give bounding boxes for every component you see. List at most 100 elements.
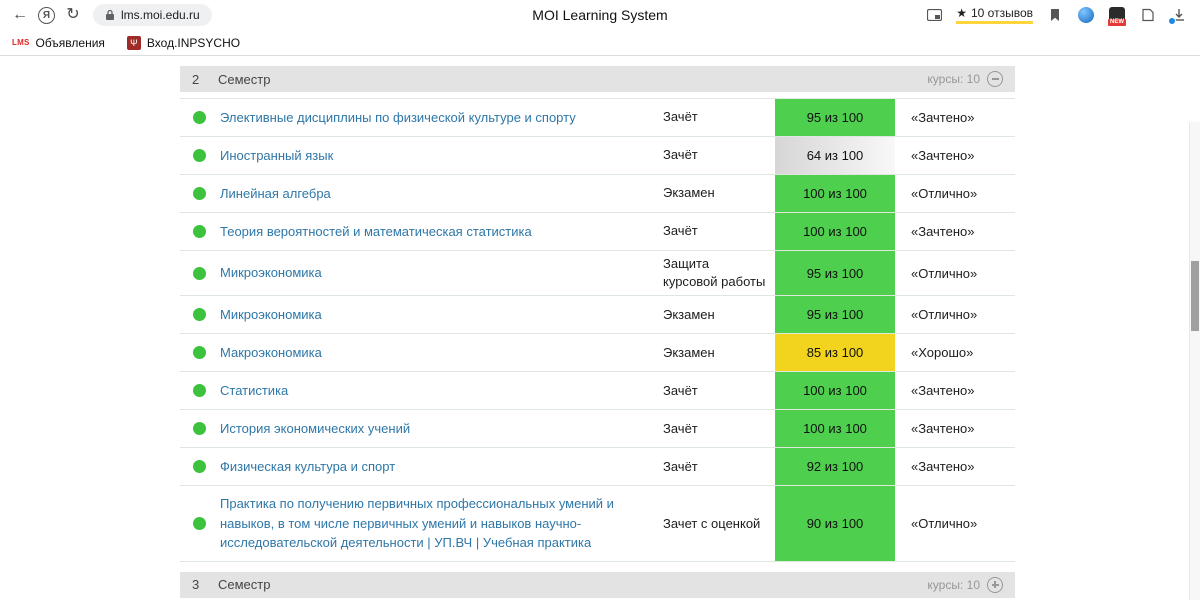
course-link[interactable]: Макроэкономика [220, 335, 663, 371]
score-badge: 100 из 100 [775, 213, 895, 250]
courses-count: курсы: 10 [927, 577, 980, 592]
score-badge: 100 из 100 [775, 372, 895, 410]
assessment-type: Зачёт [663, 109, 698, 125]
course-row: Линейная алгебра Экзамен 100 из 100 «Отл… [180, 175, 1015, 213]
status-dot-icon [193, 517, 206, 531]
back-icon[interactable]: ← [10, 7, 30, 23]
course-link[interactable]: Статистика [220, 373, 663, 409]
collections-icon[interactable] [1139, 6, 1157, 24]
scrollbar[interactable] [1189, 122, 1200, 600]
grade-text: «Отлично» [911, 307, 978, 323]
grade-text: «Хорошо» [911, 345, 974, 361]
yandex-icon[interactable]: Я [38, 6, 55, 24]
reviews-widget[interactable]: ★ 10 отзывов [956, 7, 1033, 24]
expand-icon[interactable] [987, 576, 1003, 593]
inpsycho-favicon: Ψ [126, 35, 141, 50]
course-row: Практика по получению первичных професси… [180, 486, 1015, 562]
score-badge: 90 из 100 [775, 486, 895, 561]
score-badge: 92 из 100 [775, 448, 895, 486]
semester-controls: курсы: 10 [927, 71, 1003, 87]
score-badge: 95 из 100 [775, 99, 895, 136]
browser-update-icon[interactable] [1077, 6, 1095, 24]
semester-number: 3 [192, 577, 200, 593]
status-dot-icon [193, 187, 206, 200]
collapse-icon[interactable] [987, 71, 1003, 87]
bookmark-item-inpsycho[interactable]: Ψ Вход.INPSYCHO [126, 35, 240, 50]
grade-text: «Отлично» [911, 186, 978, 201]
download-badge [1168, 17, 1176, 25]
status-dot-icon [193, 266, 206, 280]
score-badge: 95 из 100 [775, 296, 895, 334]
course-row: Иностранный язык Зачёт 64 из 100 «Зачтен… [180, 137, 1015, 175]
assessment-type: Зачёт [663, 223, 698, 239]
grade-text: «Зачтено» [911, 110, 975, 125]
status-dot-icon [193, 111, 206, 124]
star-icon: ★ [956, 5, 967, 20]
course-row: Физическая культура и спорт Зачёт 92 из … [180, 448, 1015, 487]
bookmarks-bar: LMS Объявления Ψ Вход.INPSYCHO [0, 30, 1200, 56]
course-row: Микроэкономика Защита курсовой работы 95… [180, 251, 1015, 297]
panel-icon[interactable] [925, 6, 943, 24]
address-bar[interactable]: lms.moi.edu.ru [93, 4, 212, 26]
course-link[interactable]: Микроэкономика [220, 297, 663, 333]
assessment-type: Экзамен [663, 306, 715, 322]
course-row: Статистика Зачёт 100 из 100 «Зачтено» [180, 372, 1015, 411]
assessment-type: Зачет с оценкой [663, 515, 761, 531]
grade-text: «Зачтено» [911, 383, 975, 399]
course-link[interactable]: Элективные дисциплины по физической куль… [220, 100, 663, 136]
reviews-count: 10 отзывов [970, 5, 1033, 20]
course-row: Теория вероятностей и математическая ста… [180, 213, 1015, 251]
kinopoisk-icon[interactable]: NEW [1108, 6, 1126, 26]
score-badge: 85 из 100 [775, 334, 895, 372]
refresh-icon[interactable]: ↻ [63, 7, 83, 23]
browser-toolbar: ← Я ↻ lms.moi.edu.ru MOI Learning System… [0, 0, 1200, 30]
page-content: 2 Семестр курсы: 10 Элективные дисциплин… [0, 66, 1200, 600]
semester-number: 2 [192, 71, 200, 87]
status-dot-icon [193, 384, 206, 398]
bookmark-label: Объявления [35, 35, 105, 50]
downloads-icon[interactable] [1168, 6, 1188, 25]
courses-count: курсы: 10 [927, 72, 980, 86]
assessment-type: Зачёт [663, 420, 698, 436]
assessment-type: Зачёт [663, 147, 698, 163]
status-dot-icon [193, 422, 206, 436]
course-link[interactable]: Теория вероятностей и математическая ста… [220, 214, 663, 250]
semester-3-header: 3 Семестр курсы: 10 [180, 571, 1015, 598]
assessment-type: Зачёт [663, 458, 698, 474]
grade-text: «Зачтено» [911, 421, 975, 437]
assessment-type: Экзамен [663, 344, 715, 360]
semester-2-header: 2 Семестр курсы: 10 [180, 66, 1015, 92]
status-dot-icon [193, 149, 206, 162]
score-badge: 64 из 100 [775, 137, 895, 174]
status-dot-icon [193, 346, 206, 360]
grade-text: «Отлично» [911, 516, 978, 532]
course-row: Микроэкономика Экзамен 95 из 100 «Отличн… [180, 296, 1015, 335]
course-link[interactable]: История экономических учений [220, 411, 663, 447]
course-link[interactable]: Практика по получению первичных професси… [220, 486, 663, 561]
scrollbar-thumb[interactable] [1191, 261, 1199, 331]
course-link[interactable]: Физическая культура и спорт [220, 449, 663, 485]
grade-text: «Зачтено» [911, 148, 975, 163]
assessment-type: Экзамен [663, 185, 715, 201]
bookmark-item-lms[interactable]: LMS Объявления [12, 36, 105, 50]
semester-controls: курсы: 10 [927, 576, 1003, 593]
lms-favicon: LMS [12, 38, 30, 47]
grade-text: «Зачтено» [911, 459, 975, 475]
page-title: MOI Learning System [532, 7, 668, 23]
browser-logo [1078, 7, 1094, 23]
semester-label: Семестр [218, 577, 271, 593]
course-row: История экономических учений Зачёт 100 и… [180, 410, 1015, 449]
new-badge: NEW [1108, 19, 1126, 26]
lock-icon [106, 9, 114, 20]
bookmark-flag-icon[interactable] [1046, 6, 1064, 24]
url-text: lms.moi.edu.ru [121, 8, 200, 22]
grade-text: «Отлично» [911, 265, 978, 281]
course-row: Макроэкономика Экзамен 85 из 100 «Хорошо… [180, 334, 1015, 373]
course-rows: Элективные дисциплины по физической куль… [180, 98, 1015, 562]
status-dot-icon [193, 460, 206, 474]
course-link[interactable]: Микроэкономика [220, 255, 663, 291]
course-link[interactable]: Линейная алгебра [220, 176, 663, 212]
toolbar-right: ★ 10 отзывов NEW [925, 6, 1190, 26]
score-badge: 100 из 100 [775, 410, 895, 448]
course-link[interactable]: Иностранный язык [220, 138, 663, 174]
